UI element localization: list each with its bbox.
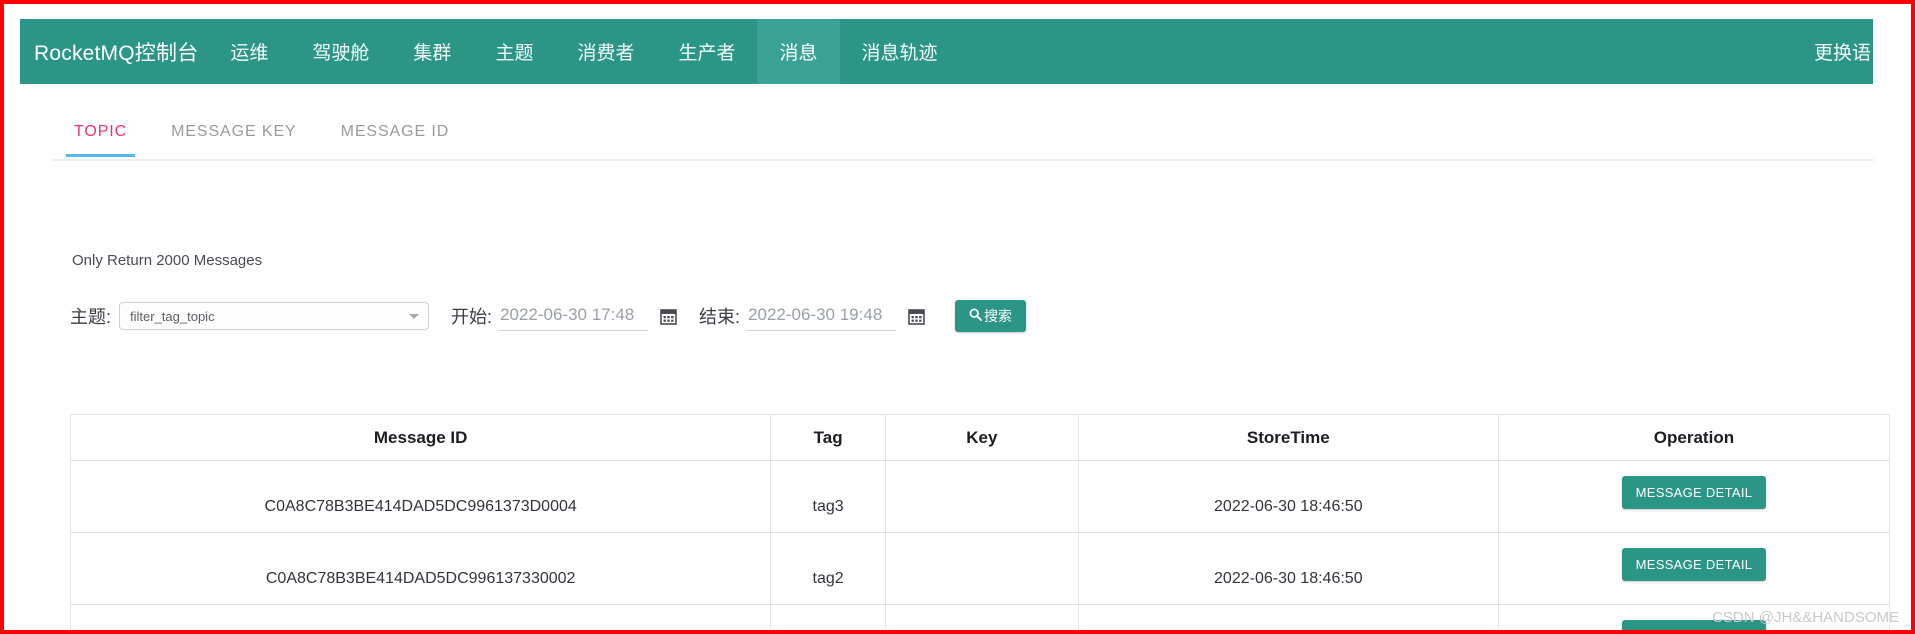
table-column-header: Operation	[1497, 414, 1891, 461]
chevron-down-icon	[409, 314, 420, 319]
cell-operation: MESSAGE DETAIL	[1497, 460, 1891, 533]
message-table: Message ID Tag Key StoreTime Operation C0A8C…	[69, 414, 1891, 630]
watermark: CSDN @JH&&HANDSOME	[1712, 609, 1899, 626]
table-row: C0A8C78B3BE414DAD5DC996135F60000tag1 2022…	[69, 604, 1891, 630]
nav-item-list: 运维 驾驶舱 集群 主题 消费者 生产者 消息 消息轨迹	[208, 19, 1814, 84]
cell-tag: tag3	[770, 460, 886, 533]
topic-select[interactable]: filter_tag_topic	[119, 302, 430, 330]
page-content: TOPIC MESSAGE KEY MESSAGE ID Only Return 2…	[20, 84, 1891, 630]
search-icon	[969, 308, 982, 324]
begin-label: 开始:	[451, 307, 493, 327]
table-row: C0A8C78B3BE414DAD5DC996137330002 tag2 2022…	[69, 532, 1891, 605]
cell-message-id: C0A8C78B3BE414DAD5DC9961373D0004	[69, 460, 772, 533]
end-label: 结束:	[699, 307, 741, 327]
cell-store-time: 2022-06-30 18:46:50	[1077, 460, 1499, 533]
table-row: C0A8C78B3BE414DAD5DC9961373D0004 tag3 2022…	[69, 460, 1891, 533]
app-window: RocketMQ控制台 运维 驾驶舱 集群 主题 消费者 生产者 消息 消息轨迹 更换语 TO…	[0, 0, 1915, 634]
search-button-label: 搜索	[984, 308, 1013, 324]
nav-item-7[interactable]: 消息轨迹	[840, 19, 960, 84]
message-detail-button[interactable]: MESSAGE DETAIL	[1621, 476, 1767, 509]
nav-item-3[interactable]: 主题	[473, 19, 555, 84]
cell-tag: tag2	[770, 532, 886, 605]
cell-key	[884, 604, 1079, 630]
message-query-tabs: TOPIC MESSAGE KEY MESSAGE ID	[52, 114, 1874, 161]
table-column-header: Message ID	[69, 414, 772, 461]
table-body: C0A8C78B3BE414DAD5DC9961373D0004 tag3 2022…	[69, 460, 1891, 630]
cell-message-id: C0A8C78B3BE414DAD5DC996135F60000	[69, 604, 772, 630]
end-time-input[interactable]	[746, 301, 897, 331]
calendar-icon[interactable]	[908, 307, 925, 325]
nav-item-2[interactable]: 集群	[391, 19, 473, 84]
tab-2[interactable]: MESSAGE ID	[319, 114, 472, 155]
table-column-header: Key	[884, 414, 1079, 461]
result-limit-notice: Only Return 2000 Messages	[72, 252, 263, 269]
nav-item-6[interactable]: 消息	[757, 19, 840, 84]
nav-item-5[interactable]: 生产者	[656, 19, 757, 84]
table-header-row: Message ID Tag Key StoreTime Operation	[69, 414, 1891, 461]
table-column-header: Tag	[770, 414, 886, 461]
nav-item-0[interactable]: 运维	[208, 19, 290, 84]
tab-1[interactable]: MESSAGE KEY	[149, 114, 319, 155]
top-navbar: RocketMQ控制台 运维 驾驶舱 集群 主题 消费者 生产者 消息 消息轨迹 更换语	[20, 19, 1873, 84]
navbar-right: 更换语	[1814, 19, 1873, 84]
language-switch-link[interactable]: 更换语	[1814, 38, 1873, 65]
message-table-container: Message ID Tag Key StoreTime Operation C0A8C…	[69, 414, 1891, 630]
topic-select-value: filter_tag_topic	[130, 308, 215, 324]
cell-operation: MESSAGE DETAIL	[1497, 532, 1891, 605]
nav-item-4[interactable]: 消费者	[555, 19, 656, 84]
table-head: Message ID Tag Key StoreTime Operation	[69, 414, 1891, 461]
cell-key	[884, 532, 1079, 605]
query-form: 主题: filter_tag_topic 开始: 结束:	[70, 296, 1027, 336]
begin-time-input[interactable]	[498, 301, 649, 331]
topic-label: 主题:	[70, 307, 112, 327]
calendar-icon[interactable]	[660, 307, 677, 325]
table-column-header: StoreTime	[1077, 414, 1499, 461]
app-brand[interactable]: RocketMQ控制台	[20, 19, 208, 84]
tab-0[interactable]: TOPIC	[52, 114, 149, 157]
cell-tag: tag1	[770, 604, 886, 630]
message-detail-button[interactable]: MESSAGE DETAIL	[1621, 548, 1767, 581]
cell-message-id: C0A8C78B3BE414DAD5DC996137330002	[69, 532, 772, 605]
cell-key	[884, 460, 1079, 533]
cell-store-time: 2022-06-30 18:46:50	[1077, 532, 1499, 605]
cell-store-time: 2022-06-30 18:46:50	[1077, 604, 1499, 630]
nav-item-1[interactable]: 驾驶舱	[290, 19, 391, 84]
search-button[interactable]: 搜索	[955, 300, 1027, 332]
